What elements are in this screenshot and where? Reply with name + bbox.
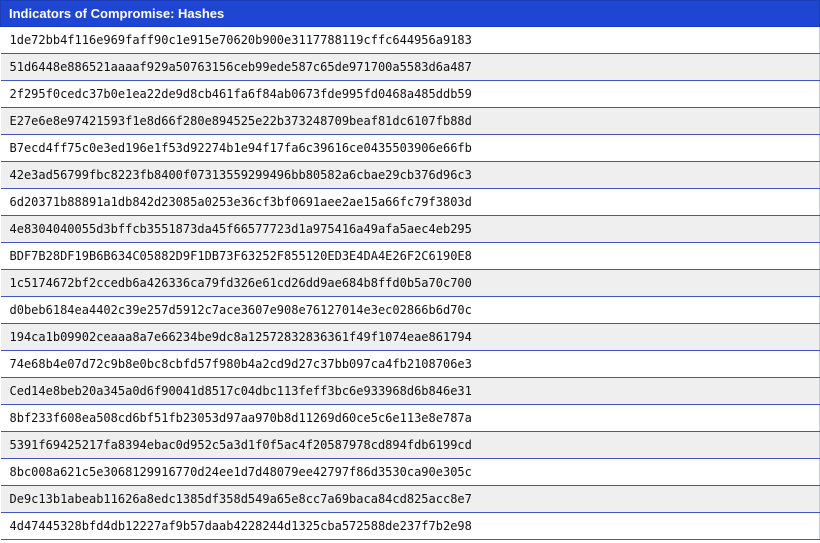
hash-cell: BDF7B28DF19B6B634C05882D9F1DB73F63252F85… [0,242,820,270]
table-row: 5391f69425217fa8394ebac0d952c5a3d1f0f5ac… [0,431,820,459]
hash-cell: 4e8304040055d3bffcb3551873da45f66577723d… [0,215,820,243]
hash-cell: De9c13b1abeab11626a8edc1385df358d549a65e… [0,485,820,513]
hash-cell: 1c5174672bf2ccedb6a426336ca79fd326e61cd2… [0,269,820,297]
table-row: 2f295f0cedc37b0e1ea22de9d8cb461fa6f84ab0… [0,80,820,108]
table-row: E27e6e8e97421593f1e8d66f280e894525e22b37… [0,107,820,135]
table-row: 1de72bb4f116e969faff90c1e915e70620b900e3… [0,26,820,54]
hash-cell: Ced14e8beb20a345a0d6f90041d8517c04dbc113… [0,377,820,405]
hash-cell: 8bf233f608ea508cd6bf51fb23053d97aa970b8d… [0,404,820,432]
table-row: 8bf233f608ea508cd6bf51fb23053d97aa970b8d… [0,404,820,432]
hash-cell: 2f295f0cedc37b0e1ea22de9d8cb461fa6f84ab0… [0,80,820,108]
hash-cell: d0beb6184ea4402c39e257d5912c7ace3607e908… [0,296,820,324]
table-row: B7ecd4ff75c0e3ed196e1f53d92274b1e94f17fa… [0,134,820,162]
hash-cell: B7ecd4ff75c0e3ed196e1f53d92274b1e94f17fa… [0,134,820,162]
table-row: 6d20371b88891a1db842d23085a0253e36cf3bf0… [0,188,820,216]
table-row: 1c5174672bf2ccedb6a426336ca79fd326e61cd2… [0,269,820,297]
table-title: Indicators of Compromise: Hashes [0,0,820,27]
hash-cell: 51d6448e886521aaaaf929a50763156ceb99ede5… [0,53,820,81]
table-row: d0beb6184ea4402c39e257d5912c7ace3607e908… [0,296,820,324]
hash-cell: 4d47445328bfd4db12227af9b57daab4228244d1… [0,512,820,540]
hash-cell: E27e6e8e97421593f1e8d66f280e894525e22b37… [0,107,820,135]
table-row: Ced14e8beb20a345a0d6f90041d8517c04dbc113… [0,377,820,405]
table-row: BDF7B28DF19B6B634C05882D9F1DB73F63252F85… [0,242,820,270]
table-header-row: Indicators of Compromise: Hashes [0,0,820,27]
table-row: 42e3ad56799fbc8223fb8400f07313559299496b… [0,161,820,189]
hash-cell: 8bc008a621c5e3068129916770d24ee1d7d48079… [0,458,820,486]
hash-cell: 5391f69425217fa8394ebac0d952c5a3d1f0f5ac… [0,431,820,459]
table-row: 74e68b4e07d72c9b8e0bc8cbfd57f980b4a2cd9d… [0,350,820,378]
table-row: 194ca1b09902ceaaa8a7e66234be9dc8a1257283… [0,323,820,351]
table-row: 51d6448e886521aaaaf929a50763156ceb99ede5… [0,53,820,81]
table-row: 4d47445328bfd4db12227af9b57daab4228244d1… [0,512,820,540]
hash-cell: 6d20371b88891a1db842d23085a0253e36cf3bf0… [0,188,820,216]
ioc-hashes-table: Indicators of Compromise: Hashes 1de72bb… [0,0,820,540]
hash-cell: 42e3ad56799fbc8223fb8400f07313559299496b… [0,161,820,189]
table-row: De9c13b1abeab11626a8edc1385df358d549a65e… [0,485,820,513]
table-body: 1de72bb4f116e969faff90c1e915e70620b900e3… [0,26,820,540]
table-row: 8bc008a621c5e3068129916770d24ee1d7d48079… [0,458,820,486]
hash-cell: 194ca1b09902ceaaa8a7e66234be9dc8a1257283… [0,323,820,351]
table-row: 4e8304040055d3bffcb3551873da45f66577723d… [0,215,820,243]
hash-cell: 1de72bb4f116e969faff90c1e915e70620b900e3… [0,26,820,54]
hash-cell: 74e68b4e07d72c9b8e0bc8cbfd57f980b4a2cd9d… [0,350,820,378]
